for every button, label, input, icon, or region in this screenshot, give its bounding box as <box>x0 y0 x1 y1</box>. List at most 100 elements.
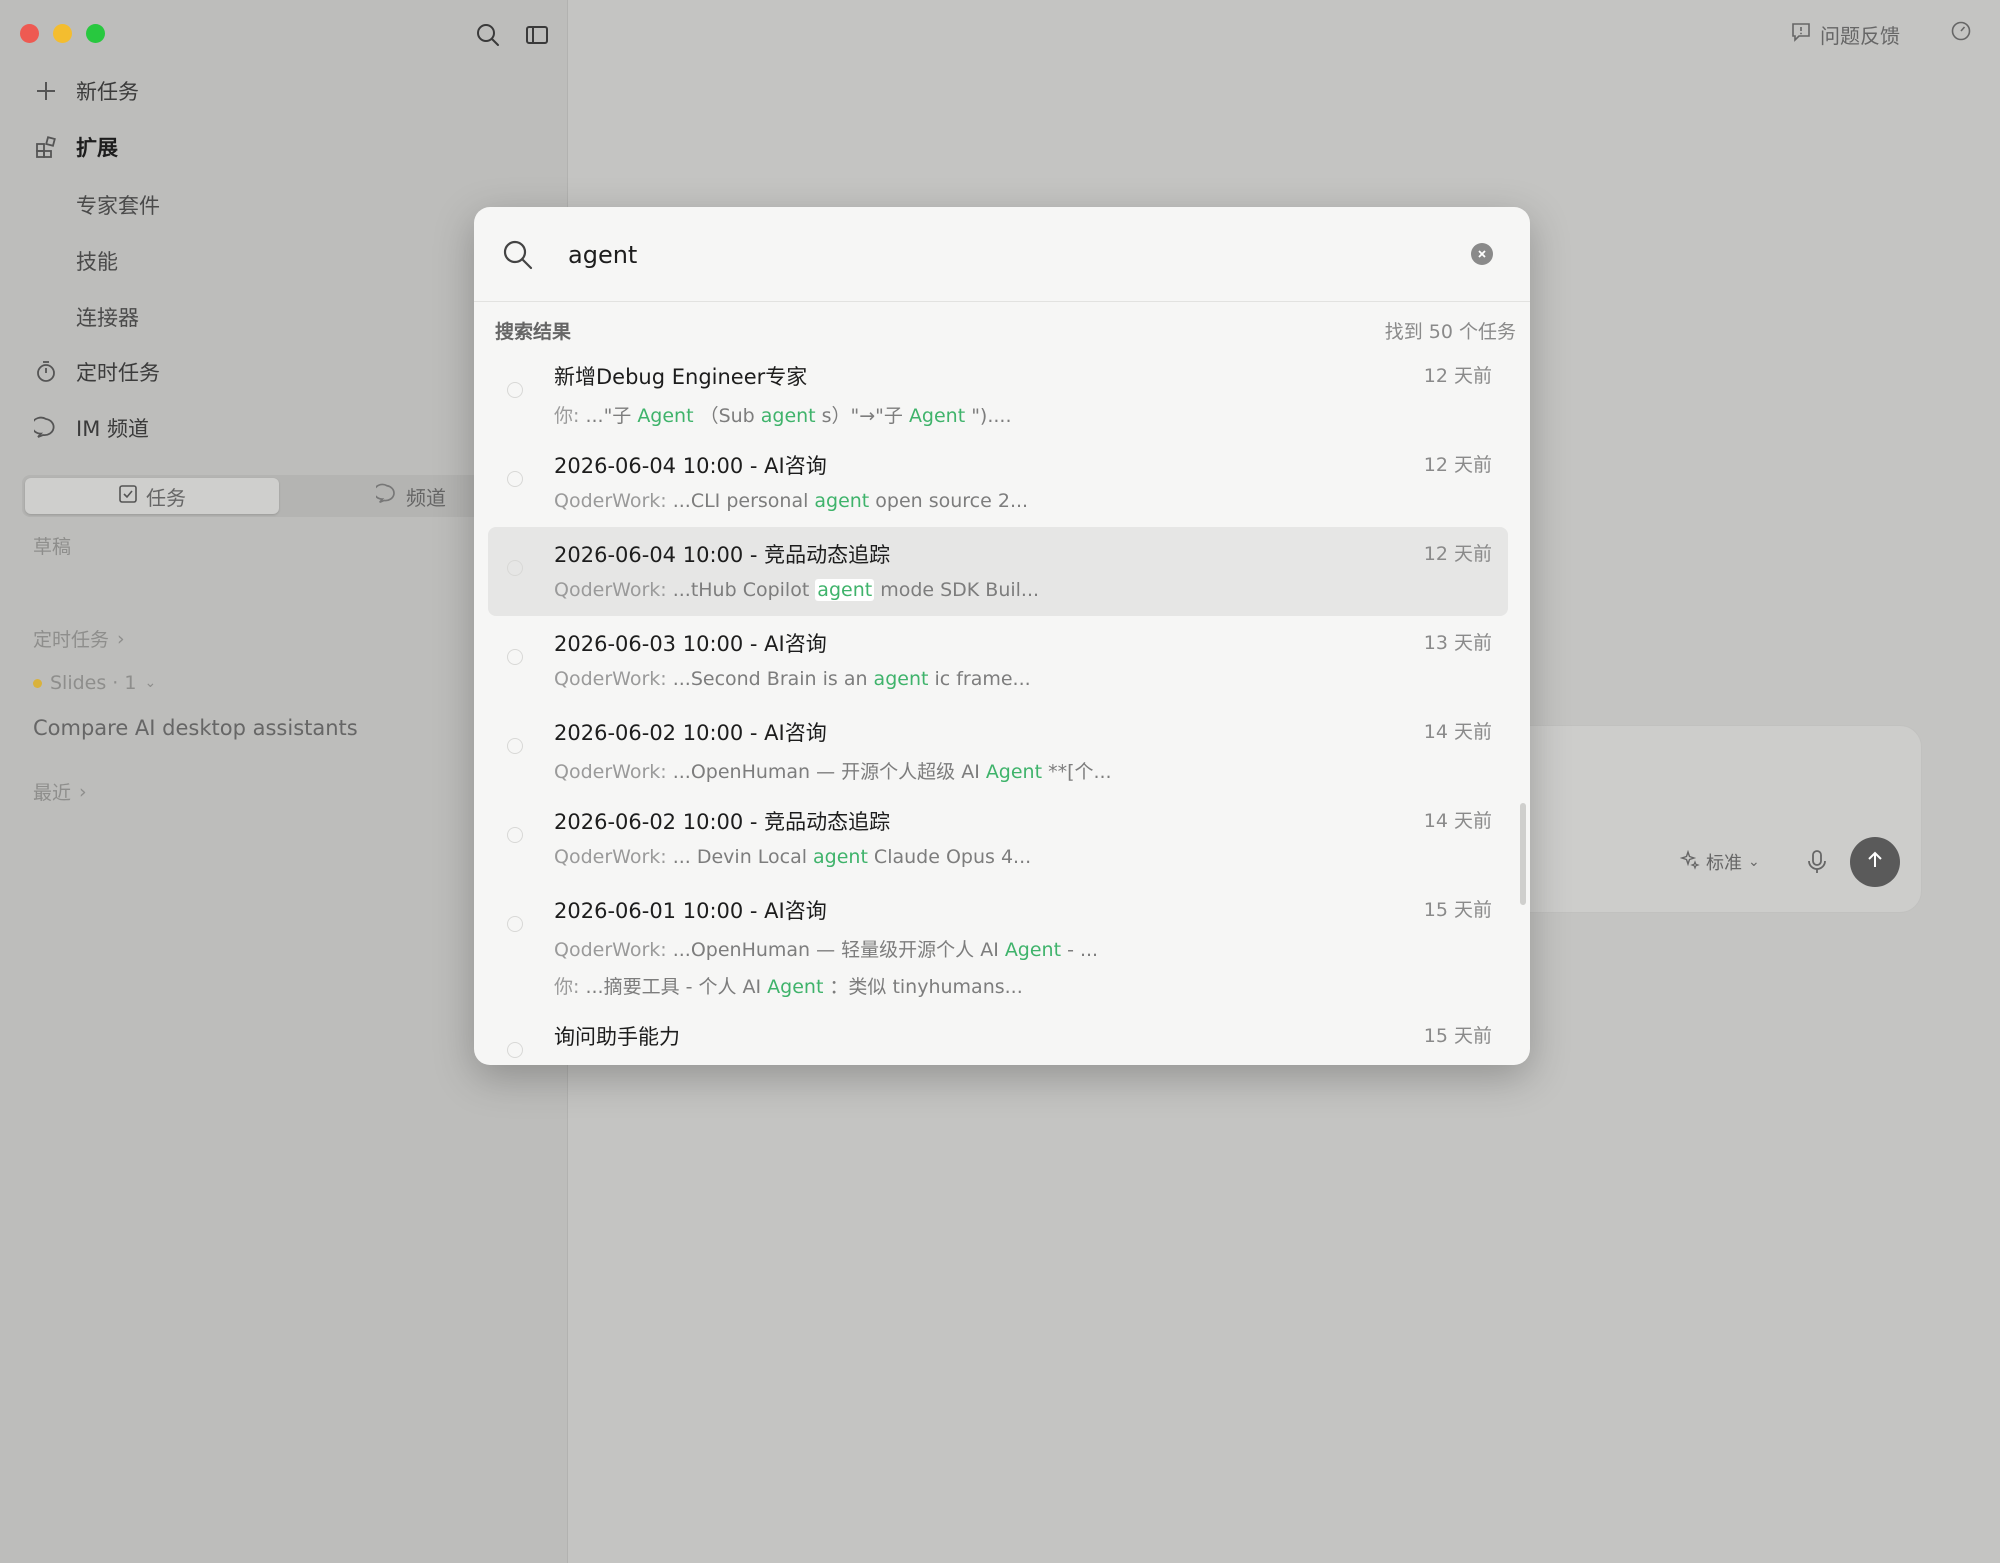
snippet-source: QoderWork: <box>554 939 673 961</box>
result-title: 2026-06-04 10:00 - 竞品动态追踪 <box>554 543 891 567</box>
search-match-highlight: Agent <box>767 976 824 998</box>
window-minimize-button[interactable] <box>53 24 72 43</box>
sidebar-toggle-icon[interactable] <box>524 22 550 48</box>
task-status-icon <box>507 471 523 487</box>
snippet-text: ...OpenHuman — 开源个人超级 AI <box>672 761 980 783</box>
slides-group-header[interactable]: Slides · 1 ⌄ <box>33 672 156 694</box>
sidebar-item-skills[interactable]: 技能 <box>76 246 118 276</box>
new-task-button[interactable]: 新任务 <box>30 73 139 109</box>
im-channels-label: IM 频道 <box>76 417 149 441</box>
snippet-text: **[个... <box>1048 761 1112 783</box>
result-title: 2026-06-02 10:00 - 竞品动态追踪 <box>554 810 891 834</box>
results-count: 找到 50 个任务 <box>1384 321 1516 343</box>
result-snippet: 你: ...摘要工具 - 个人 AI Agent ：类似 tinyhumans... <box>554 972 1023 999</box>
chat-bubble-icon <box>373 483 398 510</box>
message-composer[interactable] <box>1480 725 1922 913</box>
result-time: 14 天前 <box>1423 810 1492 832</box>
sidebar-item-connectors[interactable]: 连接器 <box>76 302 139 332</box>
chevron-down-icon: ⌄ <box>1748 854 1760 870</box>
sparkle-icon <box>1679 849 1700 875</box>
search-result-item[interactable]: 2026-06-04 10:00 - 竞品动态追踪 12 天前 QoderWork:… <box>488 527 1508 616</box>
tab-tasks[interactable]: 任务 <box>25 478 279 514</box>
results-scrollbar[interactable] <box>1520 803 1526 905</box>
result-title: 2026-06-04 10:00 - AI咨询 <box>554 454 827 478</box>
result-snippet: QoderWork: ...OpenHuman — 开源个人超级 AI Agent… <box>554 757 1112 784</box>
scheduled-tasks-label: 定时任务 <box>76 361 160 385</box>
sidebar-item-expert-kits[interactable]: 专家套件 <box>76 190 160 220</box>
snippet-source: 你: <box>554 405 586 427</box>
feedback-button[interactable]: 问题反馈 <box>1790 20 1900 49</box>
extensions-nav-item[interactable]: 扩展 <box>30 129 118 165</box>
task-status-icon <box>507 738 523 754</box>
result-time: 15 天前 <box>1423 1025 1492 1047</box>
search-bar <box>474 207 1530 302</box>
search-match-highlight: Agent <box>908 405 966 427</box>
search-result-item[interactable]: 询问助手能力 15 天前 <box>488 1009 1508 1065</box>
search-icon[interactable] <box>475 22 501 48</box>
send-button[interactable] <box>1850 837 1900 887</box>
result-snippet: QoderWork: ... Devin Local agent Claude Op… <box>554 846 1031 868</box>
clear-search-button[interactable] <box>1471 243 1493 265</box>
feedback-icon <box>1790 21 1812 48</box>
task-status-icon <box>507 916 523 932</box>
result-time: 13 天前 <box>1423 632 1492 654</box>
im-channels-nav-item[interactable]: IM 频道 <box>30 410 149 446</box>
snippet-text: ... Devin Local <box>672 846 808 868</box>
result-snippet: QoderWork: ...Second Brain is an agent ic … <box>554 668 1031 690</box>
search-match-highlight: agent <box>760 405 816 427</box>
new-task-label: 新任务 <box>76 80 139 104</box>
result-title: 新增Debug Engineer专家 <box>554 365 808 389</box>
results-heading: 搜索结果 <box>495 321 572 343</box>
search-result-item[interactable]: 2026-06-04 10:00 - AI咨询 12 天前 QoderWork: .… <box>488 438 1508 527</box>
microphone-icon[interactable] <box>1806 849 1828 879</box>
snippet-text: ...tHub Copilot <box>672 579 810 601</box>
search-match-highlight: agent <box>873 668 929 690</box>
mode-label: 标准 <box>1706 853 1742 874</box>
task-list-item[interactable]: Compare AI desktop assistants <box>33 716 358 740</box>
task-status-icon <box>507 1042 523 1058</box>
drafts-section[interactable]: 草稿 <box>33 532 71 559</box>
snippet-source: QoderWork: <box>554 846 673 868</box>
snippet-source: 你: <box>554 976 586 998</box>
result-snippet: QoderWork: ...tHub Copilot agent mode SDK … <box>554 579 1039 601</box>
recent-section-label: 最近 <box>33 782 72 804</box>
snippet-text: ...CLI personal <box>672 490 809 512</box>
recent-section-header[interactable]: 最近 › <box>33 778 87 805</box>
snippet-text: - ... <box>1067 939 1099 961</box>
snippet-text: ...Second Brain is an <box>672 668 868 690</box>
task-channel-segmented-control: 任务 频道 <box>22 475 544 517</box>
task-status-icon <box>507 827 523 843</box>
task-status-icon <box>507 649 523 665</box>
search-result-item[interactable]: 新增Debug Engineer专家 12 天前 你: ..."子 Agent （Sub… <box>488 349 1508 438</box>
search-match-highlight: Agent <box>637 405 694 427</box>
search-result-item[interactable]: 2026-06-03 10:00 - AI咨询 13 天前 QoderWork: .… <box>488 616 1508 705</box>
result-title: 2026-06-03 10:00 - AI咨询 <box>554 632 827 656</box>
usage-gauge-icon[interactable] <box>1950 20 1972 42</box>
tab-channels-label: 频道 <box>406 485 446 510</box>
result-time: 12 天前 <box>1423 365 1492 387</box>
snippet-source: QoderWork: <box>554 668 673 690</box>
scheduled-tasks-nav-item[interactable]: 定时任务 <box>30 354 160 390</box>
chevron-right-icon: › <box>117 627 125 650</box>
search-result-item[interactable]: 2026-06-01 10:00 - AI咨询 15 天前 QoderWork: .… <box>488 883 1508 1009</box>
status-dot <box>33 678 42 688</box>
snippet-text: ...OpenHuman — 轻量级开源个人 AI <box>672 939 999 961</box>
search-result-item[interactable]: 2026-06-02 10:00 - 竞品动态追踪 14 天前 QoderWork:… <box>488 794 1508 883</box>
window-zoom-button[interactable] <box>86 24 105 43</box>
mode-selector[interactable]: 标准 ⌄ <box>1679 849 1760 875</box>
result-title: 2026-06-01 10:00 - AI咨询 <box>554 899 827 923</box>
snippet-text: ：类似 tinyhumans... <box>829 976 1023 998</box>
result-title: 询问助手能力 <box>554 1025 680 1049</box>
plus-icon <box>30 75 62 107</box>
search-result-item[interactable]: 2026-06-02 10:00 - AI咨询 14 天前 QoderWork: .… <box>488 705 1508 794</box>
feedback-label: 问题反馈 <box>1820 24 1900 48</box>
search-match-highlight: agent <box>815 579 875 601</box>
result-time: 12 天前 <box>1423 454 1492 476</box>
extensions-icon <box>30 131 62 163</box>
scheduled-section-header[interactable]: 定时任务 › <box>33 625 125 652</box>
search-input[interactable] <box>566 233 1430 277</box>
result-snippet: QoderWork: ...OpenHuman — 轻量级开源个人 AI Agen… <box>554 935 1098 962</box>
search-dialog: 搜索结果 找到 50 个任务 新增Debug Engineer专家12 天前你:… <box>474 207 1530 1065</box>
window-close-button[interactable] <box>20 24 39 43</box>
result-title: 2026-06-02 10:00 - AI咨询 <box>554 721 827 745</box>
